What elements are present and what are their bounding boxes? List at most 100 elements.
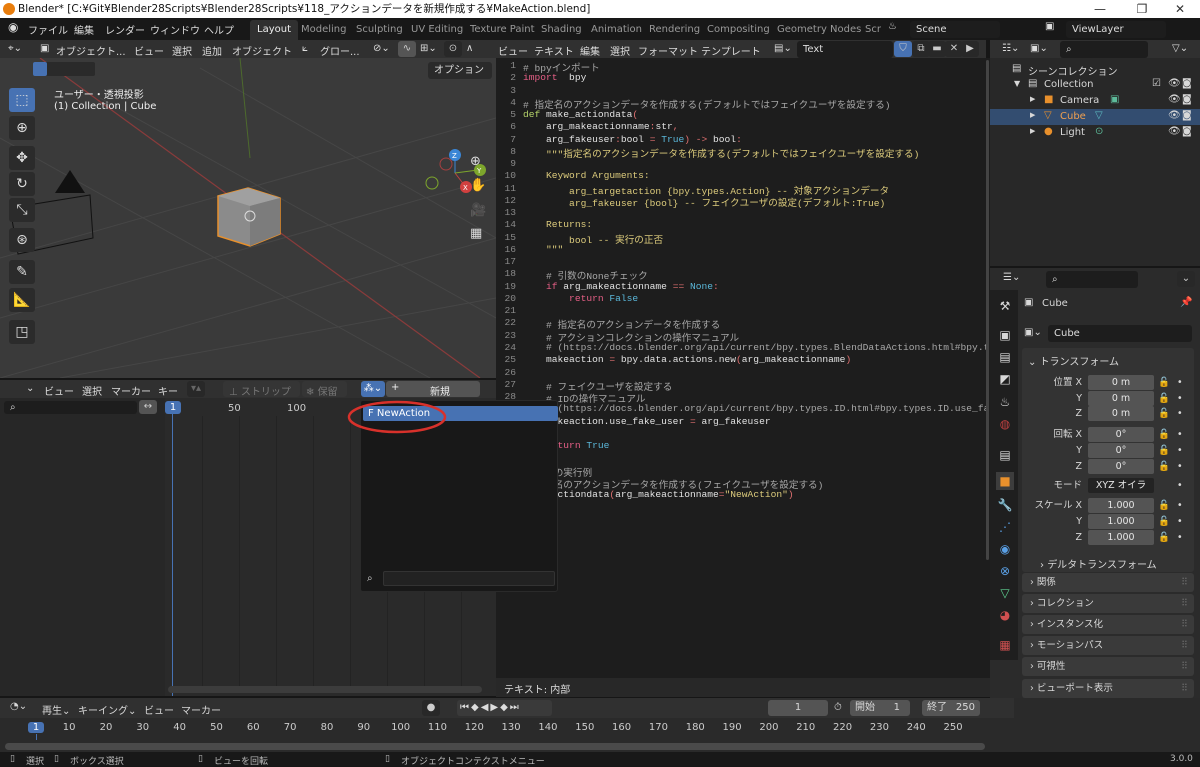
menu-marker[interactable]: マーカー	[111, 383, 151, 398]
menu-edit[interactable]: 編集	[74, 22, 94, 37]
code-line[interactable]: arg_fakeuser {bool} -- フェイクユーザの設定(デフォルト:…	[523, 195, 885, 209]
keyframe-dot-icon[interactable]: •	[1177, 530, 1183, 545]
keyframe-dot-icon[interactable]: •	[1177, 478, 1183, 493]
scale-tool-icon[interactable]: ⤡	[9, 198, 35, 222]
view-layer-selector[interactable]: ViewLayer	[1066, 21, 1166, 38]
drag-handle-icon[interactable]: ⠿	[1181, 615, 1188, 634]
tab-rendering[interactable]: Rendering	[642, 20, 707, 40]
display-mode-icon[interactable]: ▣⌄	[1030, 43, 1048, 54]
scene-collection-label[interactable]: シーンコレクション	[1028, 63, 1118, 78]
code-line[interactable]: """	[523, 244, 563, 255]
view-layer-tab-icon[interactable]: ◩	[996, 370, 1014, 388]
property-value-field[interactable]: 0 m	[1088, 375, 1154, 390]
property-value-field[interactable]: 0°	[1088, 443, 1154, 458]
tab-uv-editing[interactable]: UV Editing	[404, 20, 470, 40]
lock-icon[interactable]: 🔓	[1158, 443, 1170, 458]
code-line[interactable]: arg_makeactionname:str,	[523, 121, 678, 132]
add-cube-tool-icon[interactable]: ◳	[9, 320, 35, 344]
code-line[interactable]: # (https://docs.blender.org/api/current/…	[523, 342, 986, 353]
options-dropdown[interactable]: オプション	[428, 62, 492, 79]
physics-tab-icon[interactable]: ◉	[996, 540, 1014, 558]
menu-select[interactable]: 選択	[82, 383, 102, 398]
menu-keying[interactable]: キーイング⌄	[78, 702, 136, 717]
timeline-scrollbar[interactable]	[5, 743, 985, 750]
drag-handle-icon[interactable]: ⠿	[1181, 636, 1188, 655]
menu-view[interactable]: ビュー	[498, 43, 528, 58]
property-value-field[interactable]: 0°	[1088, 459, 1154, 474]
drag-handle-icon[interactable]: ⠿	[1181, 573, 1188, 592]
code-line[interactable]: arg_fakeuser:bool = True) -> bool:	[523, 134, 742, 145]
outliner-row-camera[interactable]: ▶ ■ Camera ▣ 👁 ◙	[990, 93, 1200, 109]
transform-tool-icon[interactable]: ⊛	[9, 228, 35, 252]
snap-target-icon[interactable]: ⊞⌄	[420, 43, 437, 54]
render-camera-icon[interactable]: ◙	[1182, 110, 1192, 121]
playback-controls[interactable]: ⏮◆◀▶◆⏭	[457, 700, 552, 716]
text-name-field[interactable]: Text	[797, 41, 893, 58]
3d-viewport[interactable]: ZXY オプション ユーザー・透視投影 (1) Collection | Cub…	[0, 58, 496, 378]
render-camera-icon[interactable]: ◙	[1182, 78, 1192, 89]
code-line[interactable]: makeaction.use_fake_user = arg_fakeuser	[523, 416, 771, 427]
expand-triangle-icon[interactable]: ▼	[1014, 79, 1020, 88]
drag-handle-icon[interactable]: ⠿	[1181, 594, 1188, 613]
outliner-row-cube[interactable]: ▶ ▽ Cube ▽ 👁 ◙	[990, 109, 1200, 125]
cursor-tool-icon[interactable]: ⊕	[9, 116, 35, 140]
timeline-current-frame[interactable]: 1	[28, 722, 44, 733]
end-frame-field[interactable]: 終了 250	[922, 700, 980, 716]
dopesheet-scrollbar[interactable]	[168, 686, 482, 693]
menu-file[interactable]: ファイル	[28, 22, 68, 37]
camera-view-icon[interactable]: 🎥	[470, 203, 486, 218]
new-action-button[interactable]: + 新規	[386, 381, 480, 398]
tab-sculpting[interactable]: Sculpting	[349, 20, 410, 40]
property-value-field[interactable]: 0°	[1088, 427, 1154, 442]
object-datablock-icon[interactable]: ▣⌄	[1024, 327, 1042, 338]
drag-handle-icon[interactable]: ⠿	[1181, 679, 1188, 698]
start-frame-field[interactable]: 開始 1	[850, 700, 910, 716]
run-script-icon[interactable]: ▶	[961, 41, 979, 57]
channel-search[interactable]: ⌕	[4, 401, 137, 414]
drag-handle-icon[interactable]: ⠿	[1181, 657, 1188, 676]
code-line[interactable]: import bpy	[523, 72, 586, 83]
selection-mode-buttons[interactable]	[33, 62, 95, 76]
tab-scripting[interactable]: Scr	[858, 20, 888, 40]
property-value-field[interactable]: 0 m	[1088, 391, 1154, 406]
snap-icon[interactable]: ∿	[398, 41, 416, 57]
modifier-tab-icon[interactable]: 🔧	[996, 496, 1014, 514]
open-folder-icon[interactable]: ▬	[928, 41, 946, 57]
panel-1[interactable]: › コレクション ⠿	[1022, 594, 1194, 613]
outliner-search[interactable]: ⌕	[1060, 41, 1148, 58]
mode-dropdown-icon[interactable]: ⌄	[26, 383, 34, 394]
exclude-checkbox[interactable]: ☑	[1152, 78, 1161, 89]
menu-help[interactable]: ヘルプ	[204, 22, 234, 37]
lock-icon[interactable]: 🔓	[1158, 514, 1170, 529]
menu-marker[interactable]: マーカー	[181, 702, 221, 717]
panel-3[interactable]: › モーションパス ⠿	[1022, 636, 1194, 655]
menu-text[interactable]: テキスト	[534, 43, 574, 58]
keyframe-dot-icon[interactable]: •	[1177, 375, 1183, 390]
code-line[interactable]: return False	[523, 293, 638, 304]
keyframe-dot-icon[interactable]: •	[1177, 498, 1183, 513]
menu-object[interactable]: オブジェクト	[232, 43, 292, 58]
menu-view[interactable]: ビュー	[44, 383, 74, 398]
transform-panel-header[interactable]: ⌄ トランスフォーム	[1028, 353, 1119, 368]
outliner-row-collection[interactable]: ▼ ▤ Collection ☑ 👁 ◙	[990, 77, 1200, 93]
visibility-eye-icon[interactable]: 👁	[1168, 110, 1181, 121]
select-tool-icon[interactable]: ⬚	[9, 88, 35, 112]
world-tab-icon[interactable]: ◍	[996, 415, 1014, 433]
texture-tab-icon[interactable]: ▦	[996, 636, 1014, 654]
menu-window[interactable]: ウィンドウ	[150, 22, 200, 37]
select-new-icon[interactable]	[33, 62, 47, 76]
cube-object[interactable]	[217, 187, 281, 247]
code-editor[interactable]: 1 # bpyインポート 2 import bpy 3 4 # 指定名のアクションデータを作…	[496, 58, 986, 678]
light-data-icon[interactable]: ⊙	[1095, 126, 1103, 137]
action-search-input[interactable]	[383, 571, 555, 586]
tab-modeling[interactable]: Modeling	[294, 20, 354, 40]
output-tab-icon[interactable]: ▤	[996, 348, 1014, 366]
preview-range-icon[interactable]: ⏱	[834, 702, 842, 713]
code-line[interactable]: Keyword Arguments:	[523, 170, 650, 181]
fake-user-icon[interactable]: ⛉	[894, 41, 912, 57]
minimize-button[interactable]: —	[1080, 0, 1120, 18]
move-tool-icon[interactable]: ✥	[9, 146, 35, 170]
lock-icon[interactable]: 🔓	[1158, 391, 1170, 406]
keyframe-dot-icon[interactable]: •	[1177, 459, 1183, 474]
menu-view[interactable]: ビュー	[134, 43, 164, 58]
